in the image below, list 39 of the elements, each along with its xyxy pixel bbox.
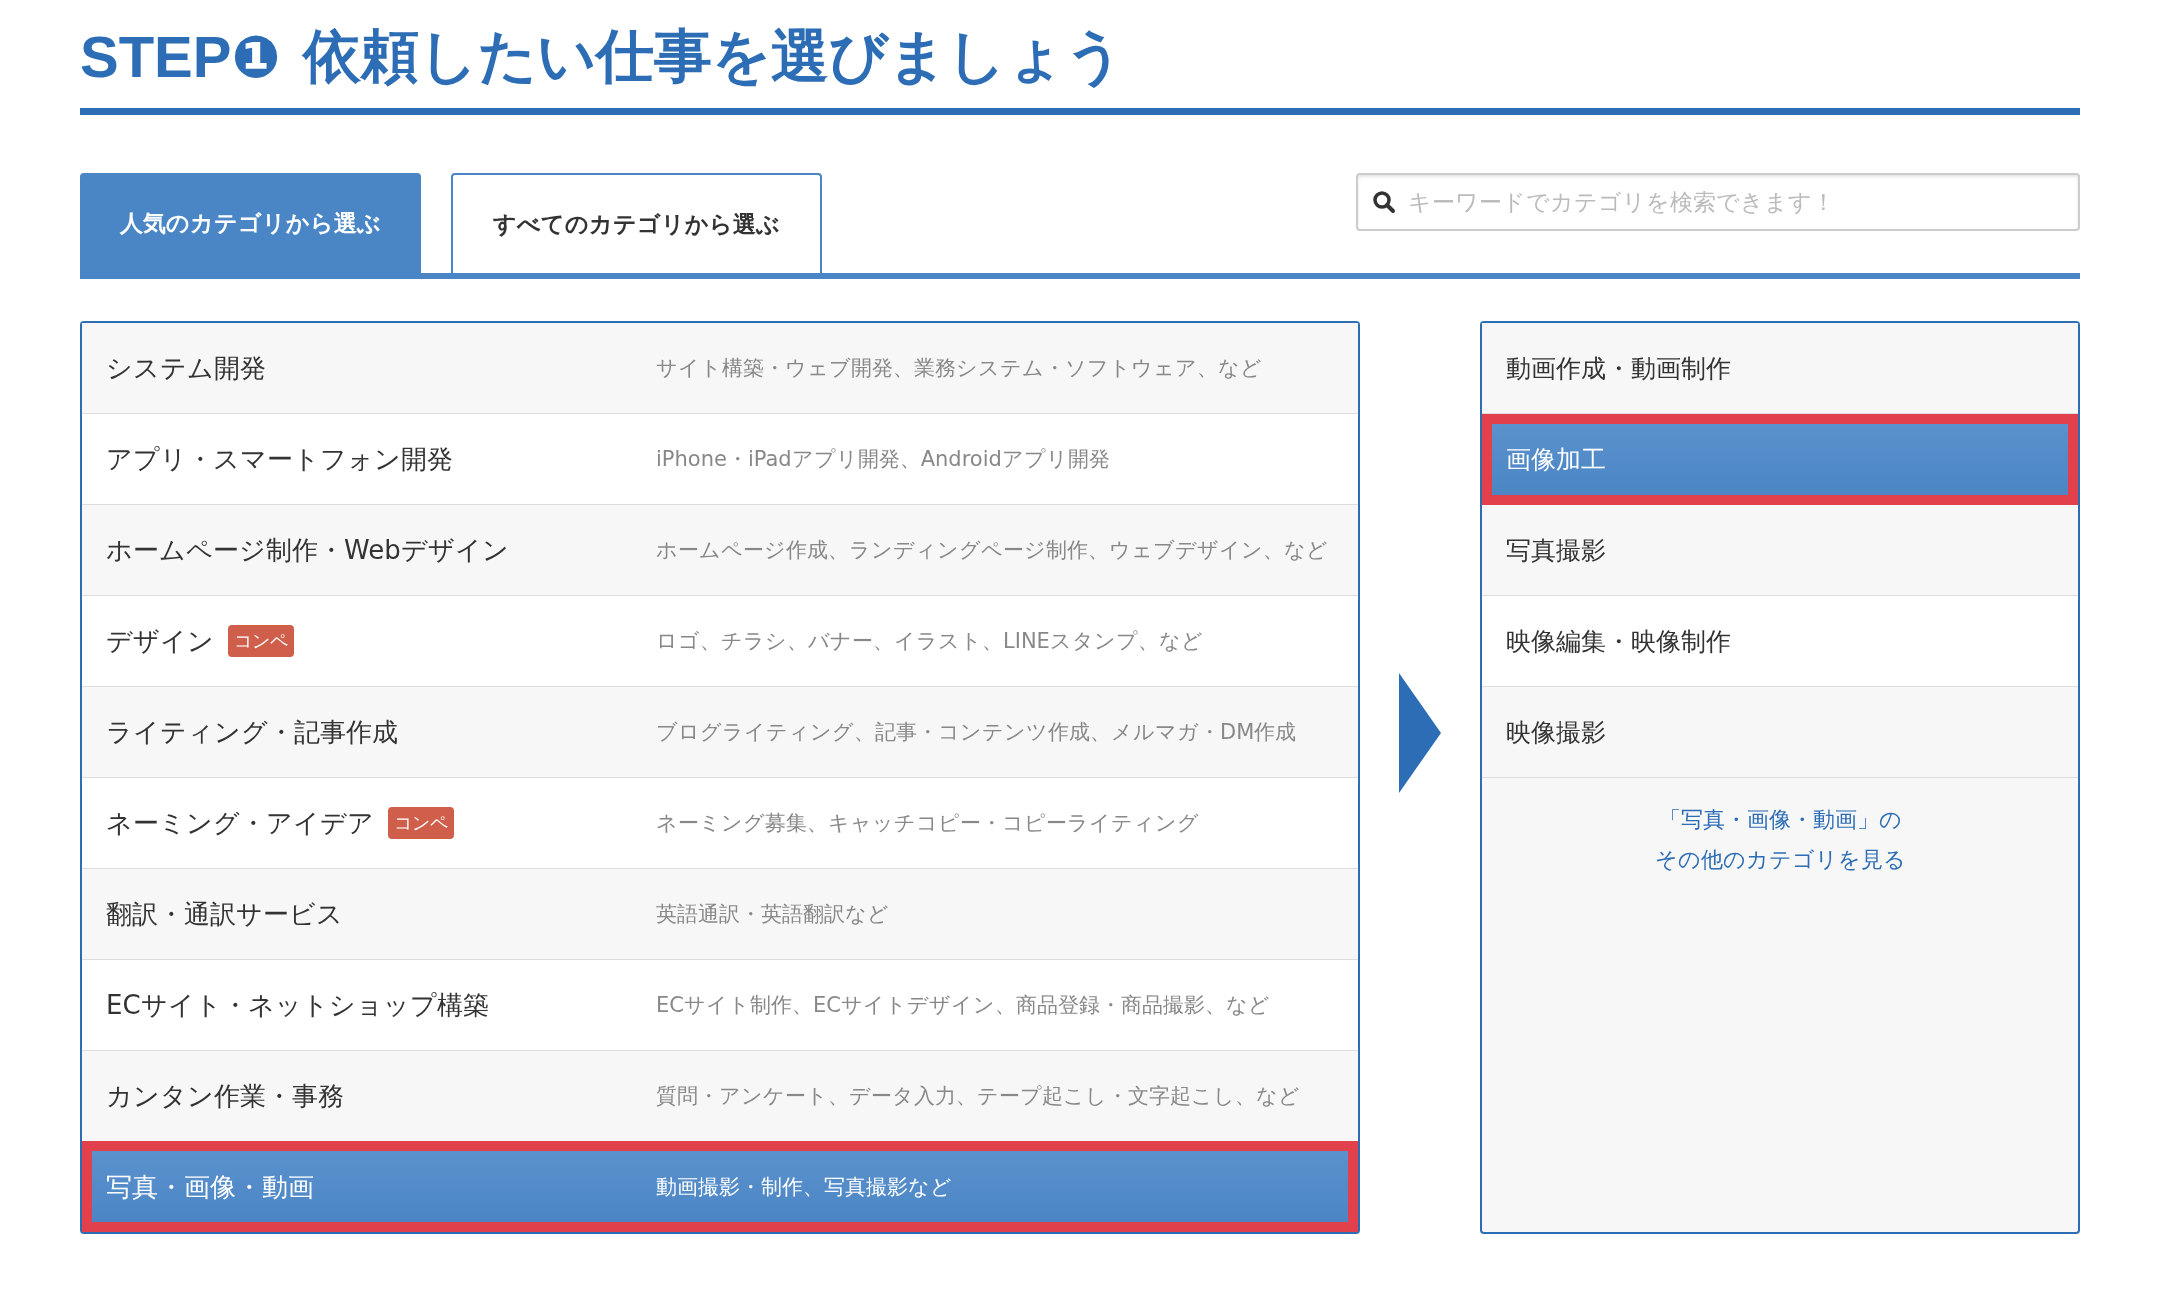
category-name: ホームページ制作・Webデザイン [106,533,509,567]
category-tab[interactable]: 人気のカテゴリから選ぶ [80,173,421,273]
category-description: サイト構築・ウェブ開発、業務システム・ソフトウェア、など [656,355,1262,382]
category-description: 質問・アンケート、データ入力、テープ起こし・文字起こし、など [656,1083,1300,1110]
category-row[interactable]: ホームページ制作・Webデザイン ホームページ作成、ランディングページ制作、ウェブデザイン、など [82,504,1358,595]
search-field[interactable]: キーワードでカテゴリを検索できます！ [1356,173,2080,231]
category-name: ECサイト・ネットショップ構築 [106,988,489,1022]
category-row[interactable]: システム開発 サイト構築・ウェブ開発、業務システム・ソフトウェア、など [82,323,1358,413]
subcategory-item[interactable]: 映像編集・映像制作 [1482,596,2078,687]
category-row[interactable]: ライティング・記事作成 ブログライティング、記事・コンテンツ作成、メルマガ・DM作成 [82,686,1358,777]
category-row[interactable]: カンタン作業・事務 質問・アンケート、データ入力、テープ起こし・文字起こし、など [82,1050,1358,1141]
category-row[interactable]: 翻訳・通訳サービス 英語通訳・英語翻訳など [82,868,1358,959]
contest-badge: コンペ [228,625,294,657]
category-description: ECサイト制作、ECサイトデザイン、商品登録・商品撮影、など [656,992,1270,1019]
category-description: 動画撮影・制作、写真撮影など [656,1174,952,1201]
more-categories-link[interactable]: 「写真・画像・動画」の その他のカテゴリを見る [1482,778,2078,880]
page-title: 依頼したい仕事を選びましょう [302,22,1124,90]
search-icon [1372,190,1396,214]
category-name: システム開発 [106,351,266,385]
category-description: ロゴ、チラシ、バナー、イラスト、LINEスタンプ、など [656,628,1203,655]
subcategory-item[interactable]: 動画作成・動画制作 [1482,323,2078,414]
category-description: ホームページ作成、ランディングページ制作、ウェブデザイン、など [656,537,1328,564]
category-description: iPhone・iPadアプリ開発、Androidアプリ開発 [656,446,1110,473]
arrow-icon [1399,672,1441,793]
step-label: STEP❶ [80,23,281,91]
category-name: ネーミング・アイデア [106,806,374,840]
category-description: 英語通訳・英語翻訳など [656,901,889,928]
category-description: ネーミング募集、キャッチコピー・コピーライティング [656,810,1199,837]
category-tab[interactable]: すべてのカテゴリから選ぶ [451,173,822,273]
contest-badge: コンペ [388,807,454,839]
category-name: アプリ・スマートフォン開発 [106,442,453,476]
category-name: 翻訳・通訳サービス [106,897,343,931]
category-name: カンタン作業・事務 [106,1079,344,1113]
category-name: ライティング・記事作成 [106,715,398,749]
category-row[interactable]: 写真・画像・動画 動画撮影・制作、写真撮影など [82,1141,1358,1232]
category-name: デザイン [106,624,214,658]
category-description: ブログライティング、記事・コンテンツ作成、メルマガ・DM作成 [656,719,1297,746]
category-name: 写真・画像・動画 [106,1170,314,1204]
subcategory-item[interactable]: 画像加工 [1482,414,2078,505]
